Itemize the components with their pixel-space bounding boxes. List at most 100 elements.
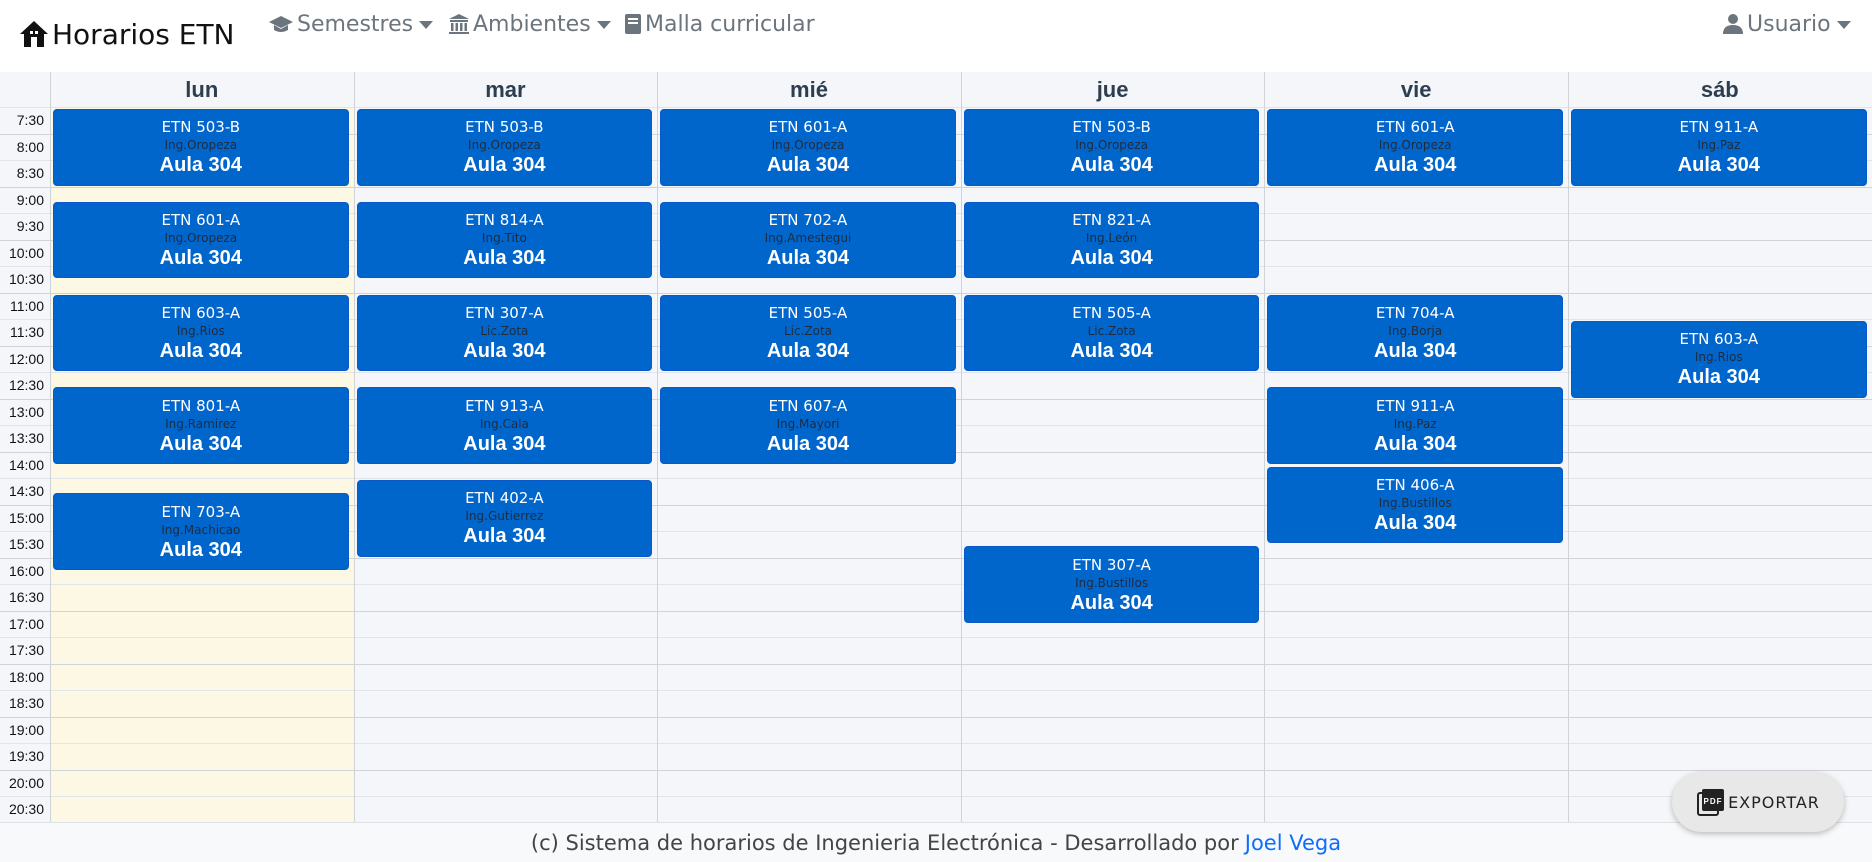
- class-event[interactable]: ETN 505-A Lic.Zota Aula 304: [963, 294, 1260, 371]
- event-room: Aula 304: [1070, 591, 1153, 614]
- class-event[interactable]: ETN 601-A Ing.Oropeza Aula 304: [660, 109, 956, 186]
- class-event[interactable]: ETN 503-B Ing.Oropeza Aula 304: [356, 109, 653, 186]
- time-label: 8:00: [16, 138, 44, 155]
- class-event[interactable]: ETN 406-A Ing.Bustillos Aula 304: [1267, 466, 1563, 544]
- class-event[interactable]: ETN 307-A Ing.Bustillos Aula 304: [963, 546, 1260, 623]
- malla-label: Malla curricular: [645, 11, 815, 37]
- column-divider: [657, 72, 659, 822]
- event-code: ETN 821-A: [1072, 211, 1151, 229]
- class-event[interactable]: ETN 603-A Ing.Rios Aula 304: [53, 294, 349, 371]
- time-label: 18:30: [8, 695, 44, 711]
- pdf-icon: PDF: [1697, 789, 1725, 816]
- event-professor: Ing.Ramirez: [165, 416, 237, 431]
- export-pdf-button[interactable]: PDF EXPORTAR: [1672, 772, 1844, 832]
- class-event[interactable]: ETN 307-A Lic.Zota Aula 304: [356, 294, 653, 371]
- event-code: ETN 505-A: [1072, 303, 1151, 322]
- event-code: ETN 505-A: [768, 303, 848, 322]
- day-header: jue: [1096, 76, 1129, 102]
- event-professor: Ing.Amestegui: [764, 231, 852, 245]
- event-code: ETN 601-A: [1375, 118, 1455, 137]
- event-professor: Ing.Oropeza: [771, 138, 845, 153]
- class-event[interactable]: ETN 505-A Lic.Zota Aula 304: [660, 294, 956, 371]
- class-event[interactable]: ETN 814-A Ing.Tito Aula 304: [356, 201, 653, 279]
- day-header: mar: [485, 76, 526, 102]
- home-icon: [20, 21, 48, 47]
- class-event[interactable]: ETN 801-A Ing.Ramirez Aula 304: [53, 387, 349, 464]
- class-event[interactable]: ETN 911-A Ing.Paz Aula 304: [1267, 387, 1563, 464]
- grid-line: [0, 663, 1872, 665]
- time-label: 10:30: [8, 271, 44, 287]
- ambientes-dropdown[interactable]: Ambientes: [448, 10, 611, 38]
- day-header: vie: [1400, 76, 1432, 102]
- time-label: 7:30: [16, 112, 44, 128]
- grid-line: [0, 637, 1872, 638]
- event-professor: Lic.Zota: [480, 323, 529, 338]
- class-event[interactable]: ETN 821-A Ing.León Aula 304: [963, 201, 1260, 279]
- event-code: ETN 406-A: [1375, 476, 1455, 494]
- event-code: ETN 603-A: [1679, 330, 1759, 349]
- event-code: ETN 307-A: [465, 303, 544, 322]
- event-room: Aula 304: [463, 339, 546, 362]
- event-professor: Ing.Oropeza: [164, 231, 238, 245]
- grid-line: [0, 584, 1872, 585]
- event-code: ETN 814-A: [465, 211, 544, 229]
- class-event[interactable]: ETN 603-A Ing.Rios Aula 304: [1571, 321, 1867, 398]
- class-event[interactable]: ETN 607-A Ing.Mayori Aula 304: [660, 387, 956, 464]
- event-professor: Ing.Oropeza: [1378, 138, 1452, 153]
- event-professor: Ing.Gutierrez: [465, 509, 544, 524]
- book-icon: [625, 14, 641, 34]
- chevron-down-icon: [1836, 21, 1851, 29]
- grid-line: [0, 796, 1872, 797]
- event-room: Aula 304: [1374, 154, 1457, 177]
- time-label: 13:30: [8, 430, 44, 446]
- class-event[interactable]: ETN 503-B Ing.Oropeza Aula 304: [963, 109, 1260, 186]
- time-label: 10:00: [8, 244, 44, 261]
- column-divider: [960, 72, 962, 822]
- event-professor: Ing.Oropeza: [164, 138, 238, 153]
- footer-text: (c) Sistema de horarios de Ingenieria El…: [530, 830, 1239, 855]
- time-label: 17:30: [8, 642, 44, 658]
- class-event[interactable]: ETN 703-A Ing.Machicao Aula 304: [53, 493, 349, 570]
- column-divider: [1264, 72, 1266, 822]
- class-event[interactable]: ETN 503-B Ing.Oropeza Aula 304: [53, 109, 349, 186]
- event-professor: Ing.Paz: [1697, 138, 1741, 153]
- event-room: Aula 304: [766, 154, 850, 177]
- class-event[interactable]: ETN 704-A Ing.Borja Aula 304: [1267, 294, 1563, 371]
- semestres-dropdown[interactable]: Semestres: [268, 10, 434, 38]
- time-label: 16:30: [8, 589, 44, 605]
- day-header: mié: [790, 76, 828, 102]
- event-professor: Ing.Cala: [479, 416, 529, 431]
- grid-line: [0, 107, 1872, 108]
- class-event[interactable]: ETN 911-A Ing.Paz Aula 304: [1571, 109, 1867, 186]
- time-label: 8:30: [16, 165, 44, 181]
- event-code: ETN 911-A: [1679, 118, 1759, 137]
- grid-line: [0, 478, 1872, 479]
- malla-curricular-link[interactable]: Malla curricular: [624, 10, 815, 38]
- class-event[interactable]: ETN 702-A Ing.Amestegui Aula 304: [660, 201, 956, 279]
- event-code: ETN 702-A: [768, 211, 848, 229]
- brand-link[interactable]: Horarios ETN: [18, 16, 235, 52]
- time-label: 18:00: [8, 668, 44, 685]
- event-professor: Ing.Bustillos: [1378, 496, 1452, 510]
- class-event[interactable]: ETN 601-A Ing.Oropeza Aula 304: [1267, 109, 1563, 186]
- time-label: 11:00: [10, 297, 44, 314]
- class-event[interactable]: ETN 402-A Ing.Gutierrez Aula 304: [356, 480, 653, 557]
- usuario-label: Usuario: [1747, 11, 1831, 37]
- event-professor: Lic.Zota: [1087, 323, 1136, 338]
- event-room: Aula 304: [159, 247, 242, 269]
- navbar: Horarios ETN Semestres Ambientes Malla c…: [0, 0, 1872, 72]
- event-code: ETN 307-A: [1072, 555, 1151, 574]
- event-code: ETN 607-A: [768, 396, 848, 415]
- event-code: ETN 911-A: [1375, 396, 1455, 415]
- time-label: 9:30: [16, 218, 44, 234]
- usuario-dropdown[interactable]: Usuario: [1722, 10, 1851, 38]
- event-room: Aula 304: [159, 339, 242, 362]
- class-event[interactable]: ETN 601-A Ing.Oropeza Aula 304: [53, 201, 349, 279]
- event-professor: Ing.Borja: [1388, 323, 1443, 338]
- event-room: Aula 304: [463, 154, 546, 177]
- brand-title: Horarios ETN: [52, 17, 235, 51]
- event-room: Aula 304: [463, 247, 546, 269]
- class-event[interactable]: ETN 913-A Ing.Cala Aula 304: [356, 387, 653, 464]
- author-link[interactable]: Joel Vega: [1245, 831, 1341, 855]
- weekly-calendar: lun mar mié jue vie sáb 7:30 8:00 8:30 9:00 9:30 10…: [0, 72, 1872, 824]
